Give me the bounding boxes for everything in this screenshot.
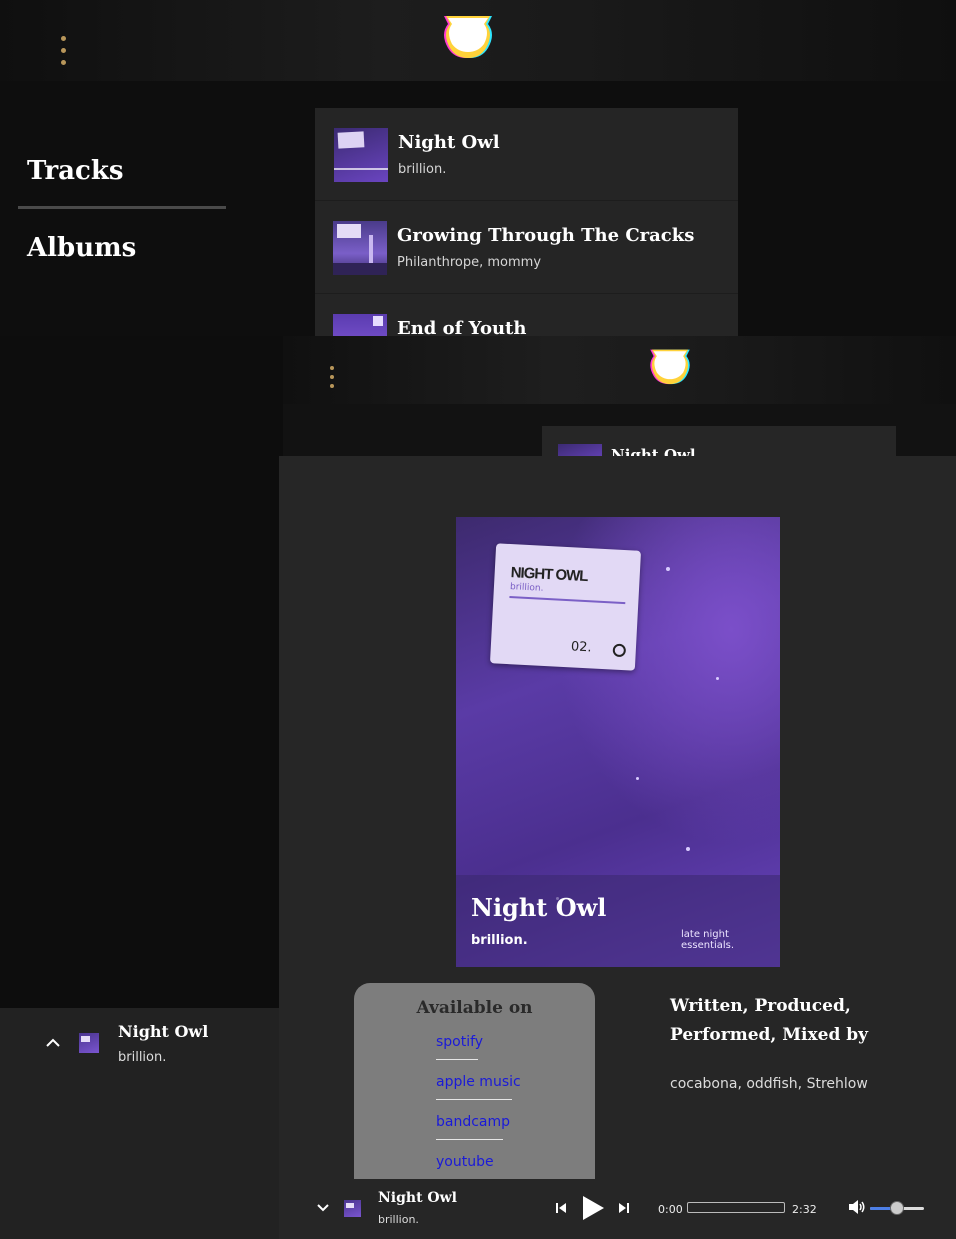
cover-overlay: Night Owl brillion. late night essential… [456,875,780,967]
menu-kebab-icon[interactable] [59,36,67,70]
mini-player-cover [79,1033,99,1053]
app-logo-icon [650,349,690,385]
track-row[interactable]: Growing Through The Cracks Philanthrope,… [315,201,738,294]
cover-overlay-artist: brillion. [471,933,528,948]
cover-tagline: late night essentials. [681,929,735,951]
play-icon[interactable] [581,1195,605,1221]
mini-player: Night Owl brillion. [0,1008,279,1239]
platform-link-apple-music[interactable]: apple music [436,1074,595,1090]
track-list: Night Owl brillion. Growing Through The … [315,108,738,336]
star-dot [686,847,690,851]
cover-card-artist: brillion. [509,582,544,594]
progress-bar[interactable] [687,1202,785,1213]
mini-player-title: Night Owl [118,1022,209,1041]
platform-link-spotify[interactable]: spotify [436,1034,595,1050]
sidebar-nav: Tracks Albums [18,150,226,269]
menu-kebab-icon[interactable] [328,366,336,392]
player-artist: brillion. [378,1213,419,1226]
track-title: Growing Through The Cracks [397,225,695,246]
credits-heading: Written, Produced, Performed, Mixed by [670,996,869,1045]
star-dot [666,567,670,571]
track-cover-thumb [558,444,602,456]
star-dot [636,777,639,780]
track-detail-panel: NIGHT OWL brillion. 02. Night Owl brilli… [279,456,956,1239]
available-on-box: Available on spotify apple music bandcam… [354,983,595,1183]
track-artist: Philanthrope, mommy [397,255,542,270]
cover-card-line [509,596,626,605]
platform-divider [436,1099,512,1100]
platform-link-bandcamp[interactable]: bandcamp [436,1114,595,1130]
player-title: Night Owl [378,1190,457,1206]
sidebar-background [0,336,283,1008]
background-track-list: Night Owl [542,426,896,456]
album-cover-art: NIGHT OWL brillion. 02. Night Owl brilli… [456,517,780,967]
player-bar: Night Owl brillion. 0:00 2:32 [279,1179,956,1239]
nav-albums[interactable]: Albums [18,227,226,269]
app-logo-icon [444,16,492,58]
duration: 2:32 [792,1203,817,1216]
track-cover-thumb [334,128,388,182]
nav-divider [18,206,226,209]
current-time: 0:00 [658,1203,683,1216]
cover-card: NIGHT OWL brillion. 02. [489,543,642,671]
platform-divider [436,1059,478,1060]
track-title: Night Owl [398,132,500,153]
volume-icon[interactable] [848,1200,866,1214]
track-artist: brillion. [398,162,447,177]
platform-link-youtube[interactable]: youtube [436,1154,595,1170]
volume-knob[interactable] [890,1201,904,1215]
track-cover-thumb [333,314,387,336]
available-on-heading: Available on [416,998,533,1018]
platform-divider [436,1139,503,1140]
track-cover-thumb [333,221,387,275]
cover-overlay-title: Night Owl [471,893,607,922]
chevron-down-icon[interactable] [317,1204,329,1212]
track-title: Night Owl [611,446,696,456]
track-title: End of Youth [397,318,527,336]
nav-tracks[interactable]: Tracks [18,150,226,192]
chevron-up-icon[interactable] [46,1038,60,1048]
track-row[interactable]: Night Owl brillion. [315,108,738,201]
track-row[interactable]: End of Youth [315,294,738,336]
star-dot [716,677,719,680]
player-cover [344,1200,361,1217]
cover-card-number: 02. [570,639,592,656]
previous-track-icon[interactable] [555,1202,567,1214]
background-window-header [283,336,956,404]
next-track-icon[interactable] [618,1202,630,1214]
cover-card-disc-icon [612,643,627,658]
app-header [0,0,956,81]
credits-names: cocabona, oddfish, Strehlow [670,1076,868,1092]
mini-player-artist: brillion. [118,1050,167,1065]
